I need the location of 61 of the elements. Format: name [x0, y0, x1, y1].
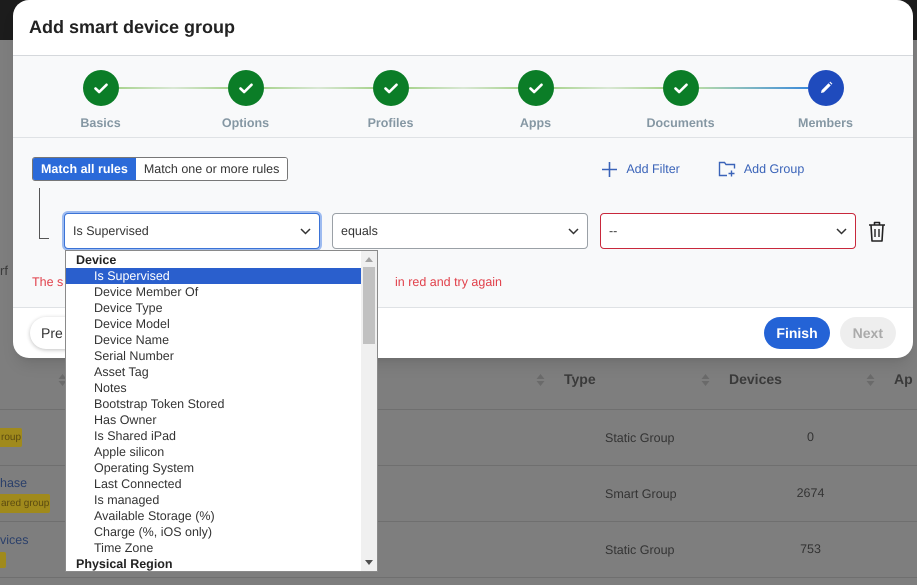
add-group-button[interactable]: Add Group [718, 160, 804, 178]
select-field[interactable]: -- [600, 213, 856, 249]
step-label: Members [798, 115, 853, 132]
scrollbar-thumb[interactable] [363, 267, 375, 344]
step-label: Options [222, 115, 270, 132]
plus-icon [601, 160, 618, 178]
table-cell-text: 0 [807, 429, 814, 446]
dropdown-option[interactable]: Apple silicon [66, 444, 361, 460]
dropdown-option[interactable]: Notes [66, 380, 361, 396]
error-text: The s [32, 275, 64, 289]
option-group-label: Device [75, 252, 118, 268]
step-label: Profiles [368, 115, 414, 132]
check-icon [384, 82, 398, 94]
group-tag: roup [0, 428, 22, 447]
tree-connector [39, 188, 49, 239]
dropdown-option[interactable]: Time Zone [66, 540, 361, 556]
dropdown-option[interactable]: Asset Tag [66, 364, 361, 380]
table-cell: Static Group [605, 542, 674, 556]
step-label: Apps [520, 115, 552, 132]
check-icon [528, 82, 542, 94]
table-cell-text: 753 [800, 541, 821, 558]
dropdown-option[interactable]: Available Storage (%) [66, 508, 361, 524]
check-icon [238, 82, 252, 94]
dropdown-option[interactable]: Bootstrap Token Stored [66, 396, 361, 412]
dropdown-option[interactable]: Serial Number [66, 348, 361, 364]
dropdown-option[interactable]: Has Owner [66, 412, 361, 428]
chevron-down-icon [836, 228, 847, 234]
dropdown-option[interactable]: Operating System [66, 460, 361, 476]
dropdown-option[interactable]: Is Supervised [66, 268, 361, 284]
add-filter-button[interactable]: Add Filter [601, 160, 680, 178]
dropdown-option[interactable]: Is Shared iPad [66, 428, 361, 444]
match-mode-tab[interactable]: Match all rules [33, 158, 136, 180]
finish-button[interactable]: Finish [764, 317, 830, 349]
table-cell-text: 2674 [796, 485, 824, 502]
step-label: Basics [80, 115, 121, 132]
folder-plus-icon [718, 161, 736, 177]
error-text: in red and try again [395, 274, 502, 291]
trash-icon[interactable] [868, 220, 886, 242]
dropdown-option[interactable]: Is managed [66, 492, 361, 508]
table-cell: Smart Group [605, 486, 677, 500]
sort-icon[interactable] [58, 372, 67, 386]
dialog-title: Add smart device group [29, 16, 236, 39]
chevron-down-icon [300, 228, 311, 234]
group-tag: ared group [0, 494, 50, 514]
option-group-label: Physical Region [75, 556, 174, 571]
select-field[interactable]: equals [332, 213, 588, 249]
match-mode-tab[interactable]: Match one or more rules [136, 158, 288, 180]
scroll-down-icon[interactable] [365, 560, 373, 565]
page-text: rf [0, 263, 8, 278]
dropdown-option[interactable]: Charge (%, iOS only) [66, 524, 361, 540]
scrollbar[interactable] [361, 251, 377, 571]
dropdown-option[interactable]: Device Type [66, 300, 361, 316]
dropdown-option[interactable]: Last Connected [66, 476, 361, 492]
check-icon [674, 82, 688, 94]
select-field[interactable]: Is Supervised [64, 213, 320, 249]
step-label: Documents [646, 115, 715, 132]
chevron-down-icon [568, 228, 579, 234]
pencil-icon [818, 81, 832, 95]
table-cell: Static Group [605, 430, 674, 444]
dropdown-option[interactable]: Device Member Of [66, 284, 361, 300]
check-icon [94, 82, 108, 94]
